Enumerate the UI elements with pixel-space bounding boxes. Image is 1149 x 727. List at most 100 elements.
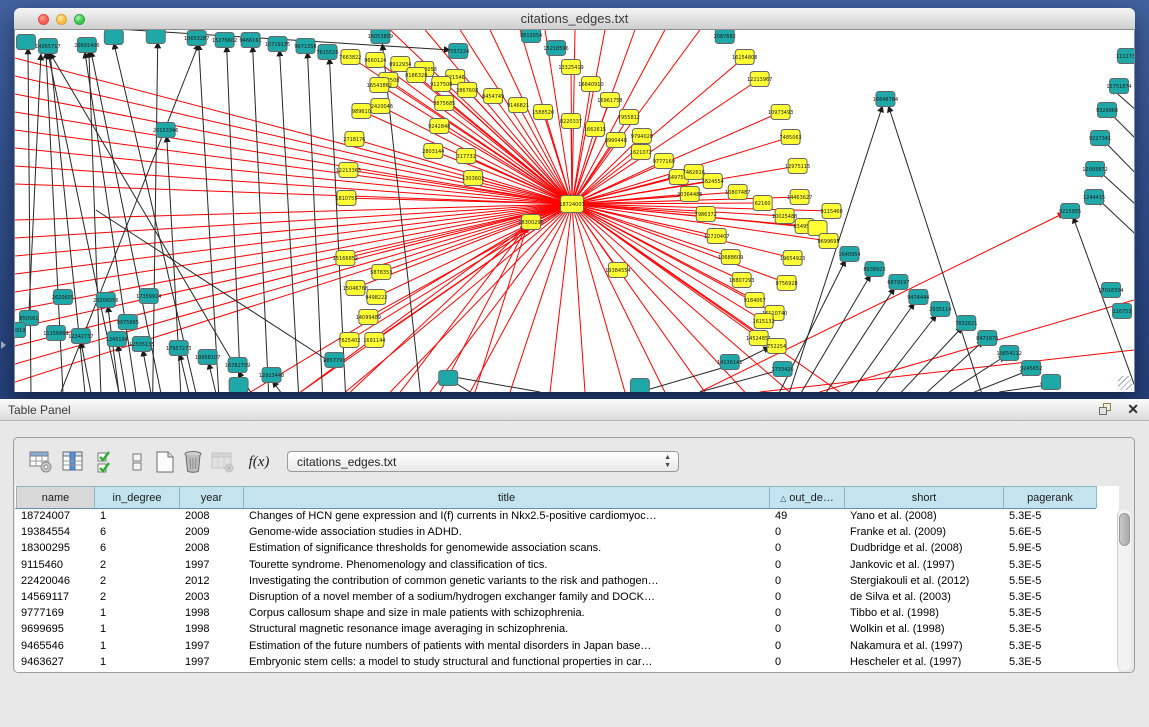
cell-year[interactable]: 1998 xyxy=(180,622,244,638)
cell-name[interactable]: 9777169 xyxy=(16,606,95,622)
cell-name[interactable]: 9699695 xyxy=(16,622,95,638)
cell-pagerank[interactable]: 5.3E-5 xyxy=(1004,558,1097,574)
cell-name[interactable]: 9115460 xyxy=(16,558,95,574)
cell-year[interactable]: 1998 xyxy=(180,606,244,622)
table-selector-dropdown[interactable]: citations_edges.txt ▲▼ xyxy=(287,451,679,472)
cell-pagerank[interactable]: 5.3E-5 xyxy=(1004,590,1097,606)
cell-out_degree[interactable]: 0 xyxy=(770,574,845,590)
cell-short[interactable]: de Silva et al. (2003) xyxy=(845,590,1004,606)
cell-year[interactable]: 2009 xyxy=(180,525,244,541)
cell-out_degree[interactable]: 49 xyxy=(770,509,845,525)
table-vertical-scrollbar[interactable] xyxy=(1117,509,1131,671)
cell-name[interactable]: 9463627 xyxy=(16,655,95,671)
cell-name[interactable]: 9465546 xyxy=(16,639,95,655)
cell-out_degree[interactable]: 0 xyxy=(770,525,845,541)
cell-year[interactable]: 2008 xyxy=(180,509,244,525)
table-row[interactable]: 1830029562008Estimation of significance … xyxy=(15,541,1096,557)
cell-title[interactable]: Changes of HCN gene expression and I(f) … xyxy=(244,509,770,525)
cell-title[interactable]: Investigating the contribution of common… xyxy=(244,574,770,590)
column-header-name[interactable]: name xyxy=(16,486,95,508)
cell-short[interactable]: Dudbridge et al. (2008) xyxy=(845,541,1004,557)
column-header-year[interactable]: year xyxy=(180,486,244,508)
window-resize-grip[interactable] xyxy=(1118,376,1132,390)
column-header-out_degree[interactable]: △out_de… xyxy=(770,486,845,508)
cell-in_degree[interactable]: 6 xyxy=(95,525,180,541)
cell-title[interactable]: Estimation of the future numbers of pati… xyxy=(244,639,770,655)
cell-name[interactable]: 22420046 xyxy=(16,574,95,590)
cell-in_degree[interactable]: 2 xyxy=(95,574,180,590)
cell-in_degree[interactable]: 1 xyxy=(95,639,180,655)
table-settings-button[interactable] xyxy=(28,449,54,475)
cell-title[interactable]: Disruption of a novel member of a sodium… xyxy=(244,590,770,606)
function-builder-button[interactable]: f(x) xyxy=(242,449,276,475)
cell-title[interactable]: Genome-wide association studies in ADHD. xyxy=(244,525,770,541)
column-header-short[interactable]: short xyxy=(845,486,1004,508)
table-row[interactable]: 2242004622012Investigating the contribut… xyxy=(15,574,1096,590)
cell-out_degree[interactable]: 0 xyxy=(770,541,845,557)
cell-in_degree[interactable]: 1 xyxy=(95,606,180,622)
teal-node[interactable] xyxy=(630,379,649,393)
table-row[interactable]: 977716911998Corpus callosum shape and si… xyxy=(15,606,1096,622)
cell-title[interactable]: Structural magnetic resonance image aver… xyxy=(244,622,770,638)
cell-in_degree[interactable]: 6 xyxy=(95,541,180,557)
cell-short[interactable]: Jankovic et al. (1997) xyxy=(845,558,1004,574)
cell-out_degree[interactable]: 0 xyxy=(770,606,845,622)
row-height-button[interactable] xyxy=(124,449,150,475)
cell-year[interactable]: 1997 xyxy=(180,639,244,655)
column-header-pagerank[interactable]: pagerank xyxy=(1004,486,1097,508)
network-view[interactable]: 1405571720691406106532871527660294661611… xyxy=(14,30,1135,392)
cell-short[interactable]: Yano et al. (2008) xyxy=(845,509,1004,525)
cell-short[interactable]: Wolkin et al. (1998) xyxy=(845,622,1004,638)
cell-pagerank[interactable]: 5.3E-5 xyxy=(1004,606,1097,622)
cell-short[interactable]: Stergiakouli et al. (2012) xyxy=(845,574,1004,590)
panel-collapse-arrow[interactable] xyxy=(1,341,6,349)
select-columns-button[interactable] xyxy=(60,449,86,475)
cell-out_degree[interactable]: 0 xyxy=(770,622,845,638)
cell-pagerank[interactable]: 5.5E-5 xyxy=(1004,574,1097,590)
cell-in_degree[interactable]: 1 xyxy=(95,655,180,671)
teal-node[interactable] xyxy=(104,30,123,45)
cell-short[interactable]: Hescheler et al. (1997) xyxy=(845,655,1004,671)
cell-year[interactable]: 1997 xyxy=(180,558,244,574)
table-row[interactable]: 946362711997Embryonic stem cells: a mode… xyxy=(15,655,1096,671)
cell-out_degree[interactable]: 0 xyxy=(770,639,845,655)
cell-out_degree[interactable]: 0 xyxy=(770,558,845,574)
cell-out_degree[interactable]: 0 xyxy=(770,590,845,606)
close-panel-icon[interactable]: ✕ xyxy=(1127,401,1139,418)
cell-pagerank[interactable]: 5.6E-5 xyxy=(1004,525,1097,541)
table-row[interactable]: 911546021997Tourette syndrome. Phenomeno… xyxy=(15,558,1096,574)
cell-title[interactable]: Embryonic stem cells: a model to study s… xyxy=(244,655,770,671)
float-panel-icon[interactable] xyxy=(1099,403,1113,417)
cell-out_degree[interactable]: 0 xyxy=(770,655,845,671)
cell-name[interactable]: 18724007 xyxy=(16,509,95,525)
table-row[interactable]: 1456911722003Disruption of a novel membe… xyxy=(15,590,1096,606)
toggle-columns-button[interactable] xyxy=(94,449,120,475)
column-header-title[interactable]: title xyxy=(244,486,770,508)
cell-name[interactable]: 18300295 xyxy=(16,541,95,557)
cell-title[interactable]: Estimation of significance thresholds fo… xyxy=(244,541,770,557)
cell-pagerank[interactable]: 5.3E-5 xyxy=(1004,639,1097,655)
citation-network-graph[interactable]: 1405571720691406106532871527660294661611… xyxy=(15,30,1134,392)
teal-node[interactable] xyxy=(1042,375,1061,390)
scrollbar-thumb[interactable] xyxy=(1119,513,1130,546)
column-header-in_degree[interactable]: in_degree xyxy=(95,486,180,508)
teal-node[interactable] xyxy=(16,35,35,50)
table-row[interactable]: 1938455462009Genome-wide association stu… xyxy=(15,525,1096,541)
network-window-titlebar[interactable]: citations_edges.txt xyxy=(14,8,1135,30)
teal-node[interactable] xyxy=(229,378,248,393)
teal-node[interactable] xyxy=(146,30,165,44)
cell-short[interactable]: Nakamura et al. (1997) xyxy=(845,639,1004,655)
cell-year[interactable]: 2012 xyxy=(180,574,244,590)
table-row[interactable]: 1872400712008Changes of HCN gene express… xyxy=(15,509,1096,525)
cell-pagerank[interactable]: 5.3E-5 xyxy=(1004,509,1097,525)
cell-name[interactable]: 14569117 xyxy=(16,590,95,606)
cell-year[interactable]: 1997 xyxy=(180,655,244,671)
cell-in_degree[interactable]: 2 xyxy=(95,590,180,606)
table-row[interactable]: 946554611997Estimation of the future num… xyxy=(15,639,1096,655)
cell-name[interactable]: 19384554 xyxy=(16,525,95,541)
new-table-button[interactable] xyxy=(152,449,178,475)
cell-short[interactable]: Franke et al. (2009) xyxy=(845,525,1004,541)
table-row[interactable]: 969969511998Structural magnetic resonanc… xyxy=(15,622,1096,638)
cell-pagerank[interactable]: 5.9E-5 xyxy=(1004,541,1097,557)
cell-pagerank[interactable]: 5.3E-5 xyxy=(1004,622,1097,638)
